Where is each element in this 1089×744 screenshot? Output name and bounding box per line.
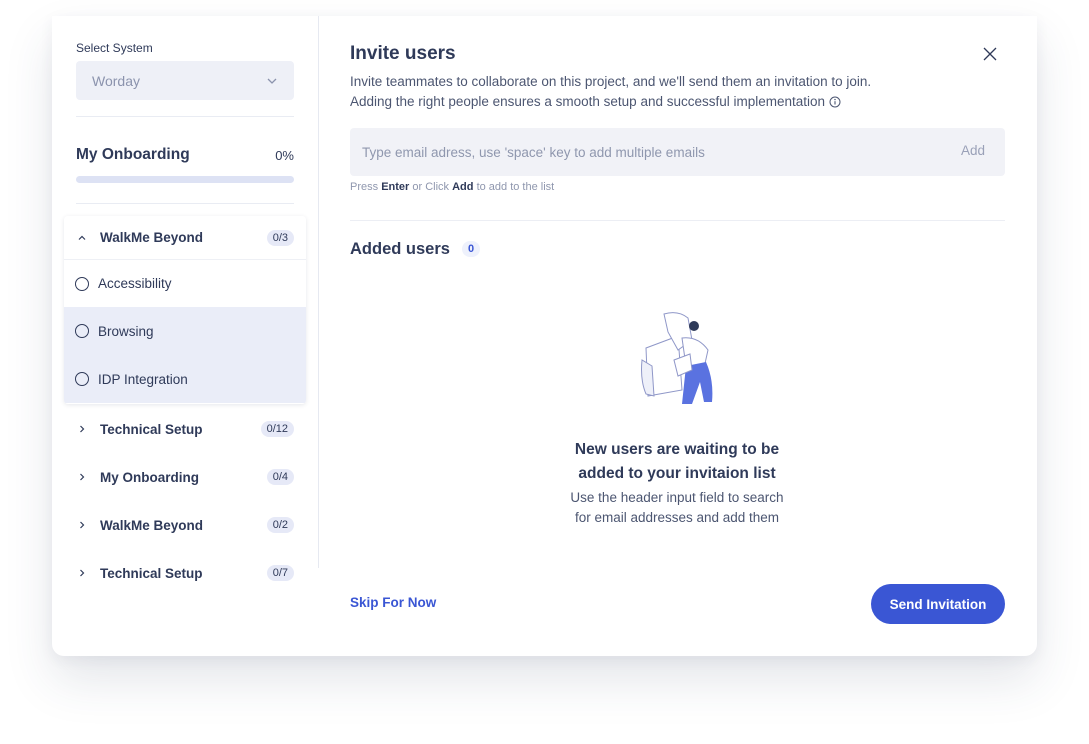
send-invitation-button[interactable]: Send Invitation <box>871 584 1005 624</box>
task-accessibility[interactable]: Accessibility <box>64 260 306 307</box>
hint-text: or Click <box>412 181 450 193</box>
group-name: WalkMe Beyond <box>100 230 204 245</box>
task-label: IDP Integration <box>98 371 188 387</box>
group-my-onboarding[interactable]: My Onboarding 0/4 <box>64 462 306 492</box>
chevron-down-icon <box>267 78 277 84</box>
email-input-container: Add <box>350 128 1005 176</box>
description-line-2: Adding the right people ensures a smooth… <box>350 92 970 112</box>
group-name: Technical Setup <box>100 421 203 437</box>
invite-description: Invite teammates to collaborate on this … <box>350 72 970 112</box>
empty-title-line-1: New users are waiting to be <box>574 441 780 458</box>
group-technical-setup[interactable]: Technical Setup 0/12 <box>64 414 306 444</box>
empty-state-title: New users are waiting to be added to you… <box>527 438 827 486</box>
task-status-circle-icon <box>75 276 89 291</box>
hint-text: Press <box>350 181 379 193</box>
empty-state-illustration <box>641 312 713 404</box>
group-count-badge: 0/4 <box>266 469 294 485</box>
divider <box>76 116 294 117</box>
task-status-circle-icon <box>75 372 89 386</box>
hint-enter-key: Enter <box>381 181 410 193</box>
onboarding-sidebar: Select System Worday My Onboarding 0% Wa… <box>52 16 319 581</box>
info-icon[interactable] <box>829 96 841 108</box>
group-name: WalkMe Beyond <box>100 517 204 533</box>
page-title: Invite users <box>350 43 456 64</box>
task-label: Browsing <box>98 323 154 339</box>
added-users-count-badge: 0 <box>462 241 481 257</box>
task-label: Accessibility <box>98 276 172 291</box>
input-hint: Press Enter or Click Add to add to the l… <box>350 181 554 193</box>
chevron-right-icon <box>80 473 85 481</box>
chevron-right-icon <box>80 521 85 529</box>
hint-add-key: Add <box>452 181 474 193</box>
task-idp-integration[interactable]: IDP Integration <box>64 355 306 403</box>
email-input[interactable] <box>350 128 920 176</box>
system-select-value: Worday <box>92 72 140 89</box>
group-count-badge: 0/2 <box>266 517 294 533</box>
description-line-2-text: Adding the right people ensures a smooth… <box>350 94 826 109</box>
group-walkme-beyond-expanded: WalkMe Beyond 0/3 Accessibility Browsing… <box>64 216 306 404</box>
group-count-badge: 0/12 <box>260 421 294 437</box>
hint-text: to add to the list <box>476 181 555 193</box>
group-count-badge: 0/3 <box>266 229 294 246</box>
chevron-right-icon <box>80 569 85 577</box>
onboarding-percent: 0% <box>275 148 294 163</box>
group-name: Technical Setup <box>100 565 203 581</box>
empty-sub-line-2: for email addresses and add them <box>574 510 780 525</box>
divider <box>350 220 1005 221</box>
divider <box>76 203 294 204</box>
empty-sub-line-1: Use the header input field to search <box>570 490 784 505</box>
system-select[interactable]: Worday <box>76 61 294 100</box>
onboarding-title: My Onboarding <box>76 146 190 163</box>
close-icon[interactable] <box>982 46 998 62</box>
empty-title-line-2: added to your invitaion list <box>578 465 776 482</box>
empty-state-subtitle: Use the header input field to search for… <box>527 488 827 528</box>
invite-users-modal: Select System Worday My Onboarding 0% Wa… <box>52 16 1037 656</box>
group-count-badge: 0/7 <box>266 565 294 581</box>
task-browsing[interactable]: Browsing <box>64 307 306 355</box>
select-system-label: Select System <box>76 41 153 55</box>
group-header-walkme-beyond[interactable]: WalkMe Beyond 0/3 <box>64 216 306 260</box>
add-email-button[interactable]: Add <box>961 143 985 158</box>
group-walkme-beyond[interactable]: WalkMe Beyond 0/2 <box>64 510 306 540</box>
skip-for-now-link[interactable]: Skip For Now <box>350 595 436 610</box>
added-users-title: Added users <box>350 240 450 258</box>
task-status-circle-icon <box>75 324 89 338</box>
description-line-1: Invite teammates to collaborate on this … <box>350 74 872 89</box>
group-name: My Onboarding <box>100 469 199 485</box>
chevron-up-icon <box>78 235 86 240</box>
chevron-right-icon <box>80 425 85 433</box>
group-technical-setup-2[interactable]: Technical Setup 0/7 <box>64 558 306 588</box>
onboarding-progress-bar <box>76 176 294 183</box>
